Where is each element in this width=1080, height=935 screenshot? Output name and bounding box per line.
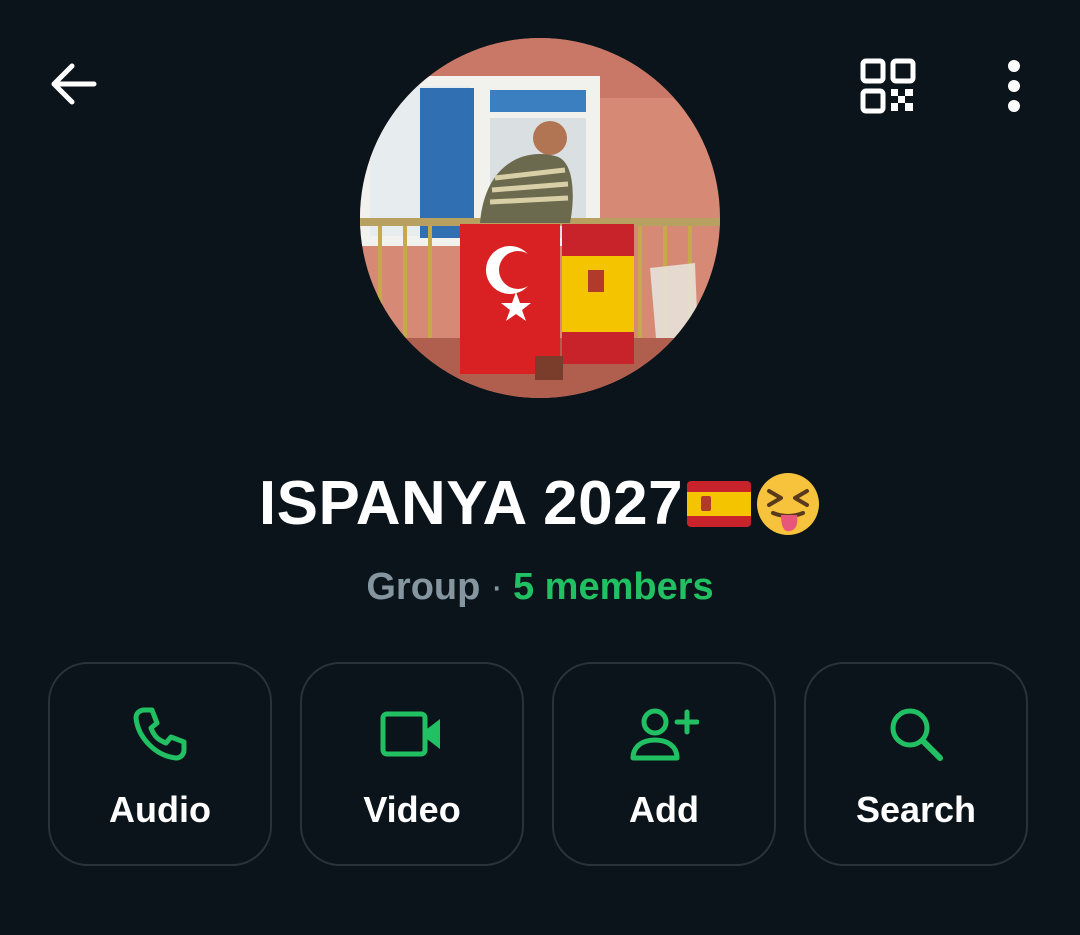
group-kind-label: Group: [366, 566, 481, 608]
more-options-button[interactable]: [972, 44, 1056, 128]
video-label: Video: [363, 789, 461, 830]
group-subtitle: Group · 5 members: [0, 562, 1080, 612]
add-person-icon: [630, 708, 699, 761]
separator-dot: ·: [490, 566, 503, 608]
spain-flag-emoji: [687, 481, 752, 527]
group-name-text: ISPANYA 2027: [258, 469, 684, 538]
qr-code-icon: [860, 58, 916, 114]
arrow-left-icon: [51, 63, 97, 105]
group-name: ISPANYA 2027: [0, 468, 1080, 540]
video-camera-icon: [380, 711, 440, 757]
add-member-button[interactable]: Add: [552, 662, 776, 866]
more-vertical-icon: [1008, 60, 1020, 112]
back-button[interactable]: [32, 42, 116, 126]
members-count-link[interactable]: 5 members: [513, 566, 714, 608]
group-avatar[interactable]: [360, 38, 720, 398]
audio-call-button[interactable]: Audio: [48, 662, 272, 866]
group-photo: [360, 38, 720, 398]
add-label: Add: [629, 789, 699, 830]
phone-icon: [133, 707, 187, 761]
video-call-button[interactable]: Video: [300, 662, 524, 866]
search-button[interactable]: Search: [804, 662, 1028, 866]
search-icon: [890, 708, 943, 761]
quick-actions: Audio Video Add Search: [48, 662, 1032, 868]
squinting-tongue-emoji: [757, 473, 820, 535]
audio-label: Audio: [109, 789, 211, 830]
qr-code-button[interactable]: [846, 44, 930, 128]
group-info-screen: ISPANYA 2027 Group · 5 members Audio Vid…: [0, 0, 1080, 935]
search-label: Search: [855, 789, 977, 830]
